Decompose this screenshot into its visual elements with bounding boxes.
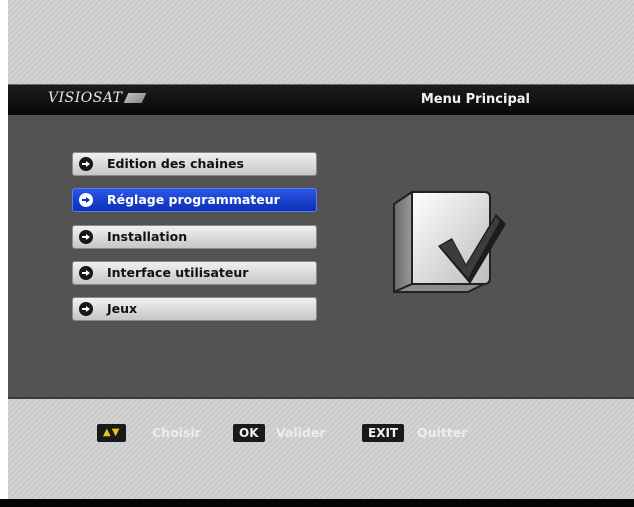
menu-item-label: Réglage programmateur xyxy=(107,192,280,207)
choisir-label: Choisir xyxy=(152,425,201,440)
screen: VISIOSAT Menu Principal Edition des chai… xyxy=(0,0,634,507)
menu-item-label: Installation xyxy=(107,229,188,244)
menu-item-jeux[interactable]: Jeux xyxy=(72,297,317,321)
menu-item-edition-chaines[interactable]: Edition des chaines xyxy=(72,152,317,176)
arrow-right-circle-icon xyxy=(79,266,93,280)
arrow-right-circle-icon xyxy=(79,193,93,207)
arrow-right-circle-icon xyxy=(79,230,93,244)
menu-item-interface-utilisateur[interactable]: Interface utilisateur xyxy=(72,261,317,285)
exit-key: EXIT xyxy=(362,424,405,442)
menu-item-label: Edition des chaines xyxy=(107,156,244,171)
ok-key: OK xyxy=(233,424,265,442)
checkbox-check-icon xyxy=(393,190,506,294)
arrow-right-circle-icon xyxy=(79,302,93,316)
menu-item-label: Jeux xyxy=(107,301,138,316)
brand-logo: VISIOSAT xyxy=(48,90,146,106)
panel-divider xyxy=(8,397,634,399)
page-title: Menu Principal xyxy=(420,92,530,107)
brand-mark-icon xyxy=(123,93,146,103)
menu-item-installation[interactable]: Installation xyxy=(72,225,317,249)
quitter-label: Quitter xyxy=(417,425,468,440)
arrow-right-circle-icon xyxy=(79,157,93,171)
menu-item-reglage-programmateur[interactable]: Réglage programmateur xyxy=(72,188,317,212)
brand-name: VISIOSAT xyxy=(48,90,123,106)
menu-item-label: Interface utilisateur xyxy=(107,265,249,280)
header-bar: VISIOSAT Menu Principal xyxy=(8,84,634,115)
left-border xyxy=(0,0,8,507)
bottom-bar xyxy=(0,499,634,507)
nav-arrows-key: ▲▼ xyxy=(97,424,127,442)
valider-label: Valider xyxy=(276,425,326,440)
